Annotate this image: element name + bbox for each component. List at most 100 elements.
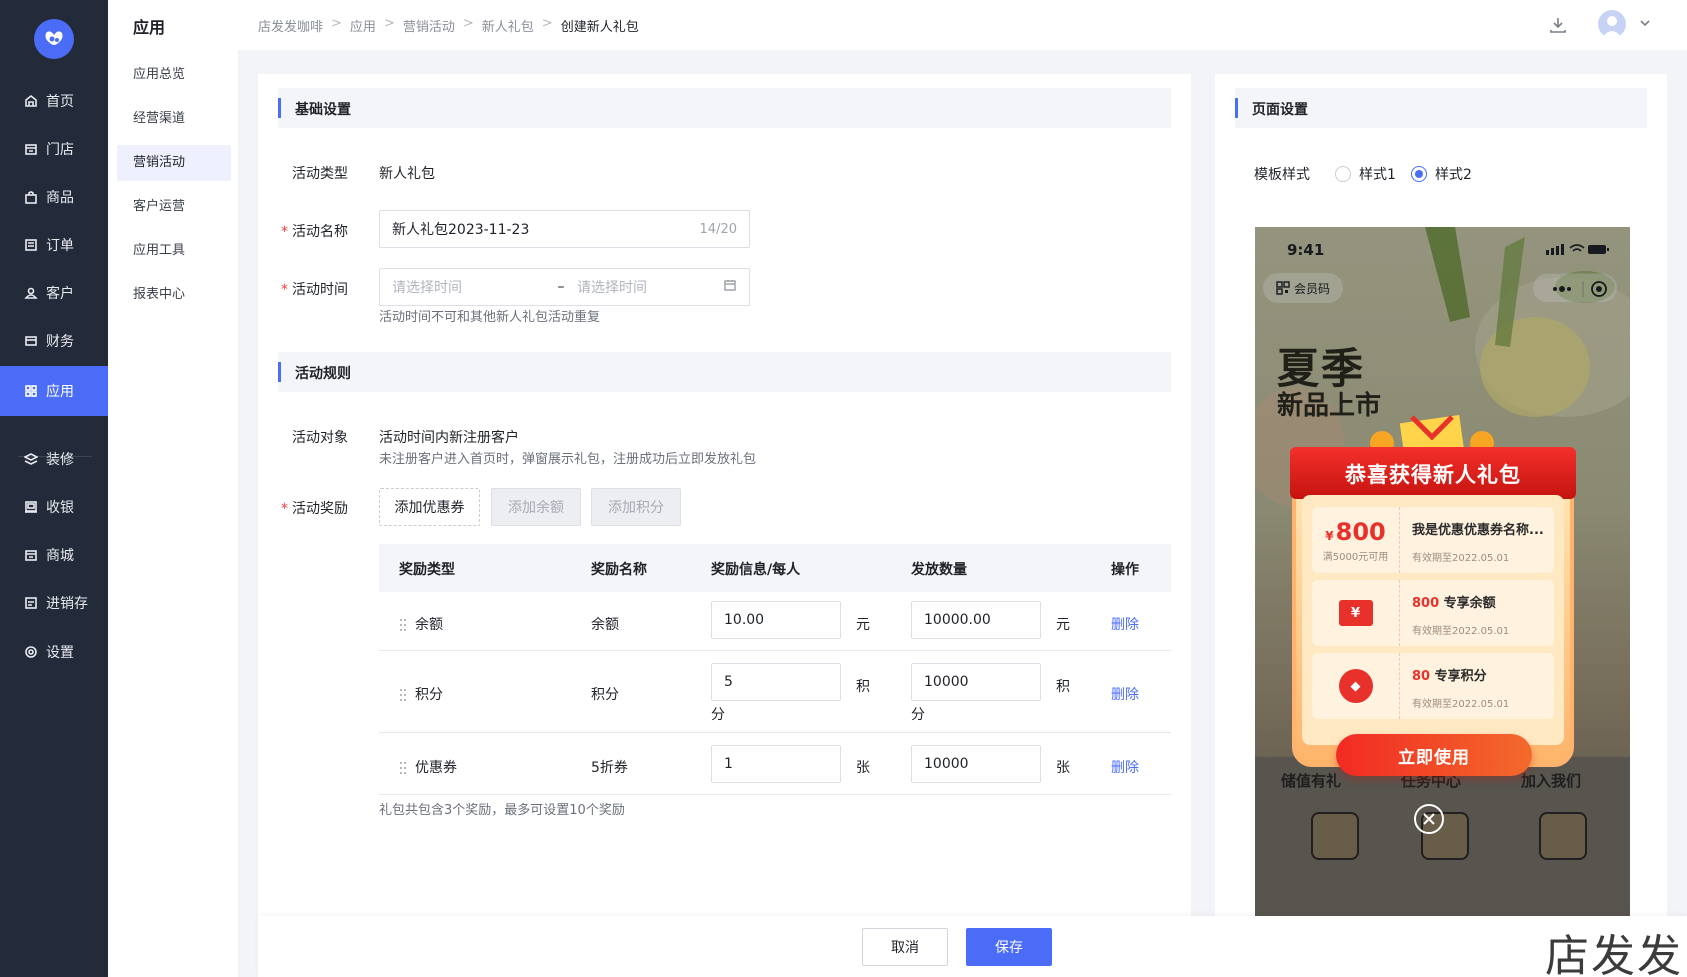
nav-item-decorate[interactable]: 装修: [0, 434, 108, 484]
breadcrumb-item[interactable]: 营销活动: [403, 16, 455, 35]
date-range-picker[interactable]: 请选择时间 – 请选择时间: [379, 268, 750, 306]
nav-item-mall[interactable]: 商城: [0, 530, 108, 580]
avatar[interactable]: [1598, 10, 1626, 38]
nav-label: 订单: [46, 238, 74, 254]
balance-name: 800 专享余额: [1412, 592, 1496, 611]
subnav-item-tools[interactable]: 应用工具: [117, 233, 231, 269]
radio-style2[interactable]: 样式2: [1411, 164, 1472, 184]
unit-label: 分: [711, 707, 725, 723]
unit-label: 积: [856, 679, 870, 695]
reward-qty-input[interactable]: 10000: [911, 745, 1041, 783]
breadcrumb-separator: >: [383, 16, 395, 31]
unit-label: 张: [856, 760, 870, 776]
points-coin-icon: ◆: [1338, 669, 1373, 703]
drag-handle-icon[interactable]: [399, 761, 407, 775]
subnav-item-reports[interactable]: 报表中心: [117, 277, 231, 313]
unit-label: 元: [856, 617, 870, 633]
calendar-icon: [723, 278, 737, 296]
balance-card: ¥ 800 专享余额 有效期至2022.05.01: [1312, 580, 1554, 646]
add-coupon-button[interactable]: 添加优惠券: [379, 488, 480, 526]
section-header-rules: 活动规则: [278, 352, 1171, 392]
coupon-card: ¥800 满5000元可用 我是优惠优惠券名称... 有效期至2022.05.0…: [1312, 507, 1554, 573]
gift-popup: 恭喜获得新人礼包 ¥800 满5000元可用 我是优惠优惠券名称... 有效期至…: [1290, 407, 1576, 776]
reward-name: 积分: [591, 687, 619, 703]
reward-info-input[interactable]: 1: [711, 745, 841, 783]
nav-item-orders[interactable]: 订单: [0, 220, 108, 270]
table-row-type: 余额: [399, 614, 443, 634]
breadcrumb-item[interactable]: 店发发咖啡: [258, 16, 323, 35]
nav-label: 商品: [46, 190, 74, 206]
breadcrumb-separator: >: [462, 16, 474, 31]
use-now-button[interactable]: 立即使用: [1336, 734, 1532, 776]
range-separator: –: [557, 279, 565, 295]
col-header: 发放数量: [911, 562, 967, 578]
gift-title: 恭喜获得新人礼包: [1345, 463, 1521, 487]
col-header: 奖励类型: [399, 562, 455, 578]
coupon-name: 我是优惠优惠券名称...: [1412, 523, 1544, 538]
add-balance-button[interactable]: 添加余额: [491, 488, 581, 526]
reward-type: 积分: [415, 687, 443, 703]
drag-handle-icon[interactable]: [399, 618, 407, 632]
subnav-item-customer-ops[interactable]: 客户运营: [117, 189, 231, 225]
cancel-button[interactable]: 取消: [862, 928, 948, 966]
amount-value: 800: [1335, 517, 1386, 546]
breadcrumb-item[interactable]: 新人礼包: [482, 16, 534, 35]
balance-label: 专享余额: [1439, 596, 1496, 611]
currency-symbol: ¥: [1325, 528, 1334, 543]
reward-name: 余额: [591, 617, 619, 633]
col-header: 操作: [1111, 562, 1139, 578]
subnav-item-channels[interactable]: 经营渠道: [117, 101, 231, 137]
nav-label: 装修: [46, 452, 74, 468]
chevron-down-icon[interactable]: [1638, 16, 1652, 30]
nav-item-home[interactable]: 首页: [0, 76, 108, 126]
nav-item-finance[interactable]: 财务: [0, 316, 108, 366]
reward-qty-input[interactable]: 10000.00: [911, 601, 1041, 639]
inventory-icon: [24, 596, 38, 610]
section-title: 页面设置: [1252, 102, 1308, 118]
order-icon: [24, 238, 38, 252]
subnav-item-marketing[interactable]: 营销活动: [117, 145, 231, 181]
delete-link[interactable]: 删除: [1111, 684, 1139, 704]
nav-label: 首页: [46, 94, 74, 110]
store-icon: [24, 142, 38, 156]
page-settings-card: 页面设置 模板样式 样式1 样式2 9:41 会员码 夏季 新品上市 储值有礼 …: [1215, 74, 1667, 917]
delete-link[interactable]: 删除: [1111, 757, 1139, 777]
nav-item-cashier[interactable]: 收银: [0, 482, 108, 532]
nav-label: 进销存: [46, 596, 88, 612]
save-button[interactable]: 保存: [966, 928, 1052, 966]
target-hint: 未注册客户进入首页时，弹窗展示礼包，注册成功后立即发放礼包: [379, 452, 757, 467]
download-icon[interactable]: [1549, 16, 1567, 34]
nav-item-customers[interactable]: 客户: [0, 268, 108, 318]
close-icon[interactable]: [1414, 804, 1444, 834]
layers-icon: [24, 452, 38, 466]
logo-icon: [45, 31, 63, 45]
add-points-button[interactable]: 添加积分: [591, 488, 681, 526]
reward-type: 优惠券: [415, 760, 457, 776]
activity-name-input[interactable]: 新人礼包2023-11-23 14/20: [379, 210, 750, 248]
end-time-placeholder[interactable]: 请选择时间: [577, 277, 723, 297]
nav-item-goods[interactable]: 商品: [0, 172, 108, 222]
breadcrumb: 店发发咖啡 > 应用 > 营销活动 > 新人礼包 > 创建新人礼包: [258, 16, 639, 35]
breadcrumb-item[interactable]: 应用: [350, 16, 376, 35]
col-header: 奖励信息/每人: [711, 562, 801, 578]
start-time-placeholder[interactable]: 请选择时间: [392, 277, 558, 297]
table-row-type: 积分: [399, 684, 443, 704]
reward-info-input[interactable]: 5: [711, 663, 841, 701]
nav-item-inventory[interactable]: 进销存: [0, 578, 108, 628]
nav-item-apps[interactable]: 应用: [0, 366, 108, 416]
subnav-item-overview[interactable]: 应用总览: [117, 57, 231, 93]
reward-info-input[interactable]: 10.00: [711, 601, 841, 639]
delete-link[interactable]: 删除: [1111, 614, 1139, 634]
app-logo[interactable]: [34, 19, 74, 59]
input-value: 新人礼包2023-11-23: [392, 222, 530, 238]
radio-style1[interactable]: 样式1: [1335, 164, 1396, 184]
nav-item-store[interactable]: 门店: [0, 124, 108, 174]
nav-label: 财务: [46, 334, 74, 350]
bag-icon: [24, 190, 38, 204]
nav-item-settings[interactable]: 设置: [0, 627, 108, 677]
sub-nav: 应用 应用总览 经营渠道 营销活动 客户运营 应用工具 报表中心: [108, 0, 238, 977]
coupon-condition: 满5000元可用: [1322, 551, 1389, 563]
reward-qty-input[interactable]: 10000: [911, 663, 1041, 701]
drag-handle-icon[interactable]: [399, 688, 407, 702]
points-card: ◆ 80 专享积分 有效期至2022.05.01: [1312, 653, 1554, 719]
